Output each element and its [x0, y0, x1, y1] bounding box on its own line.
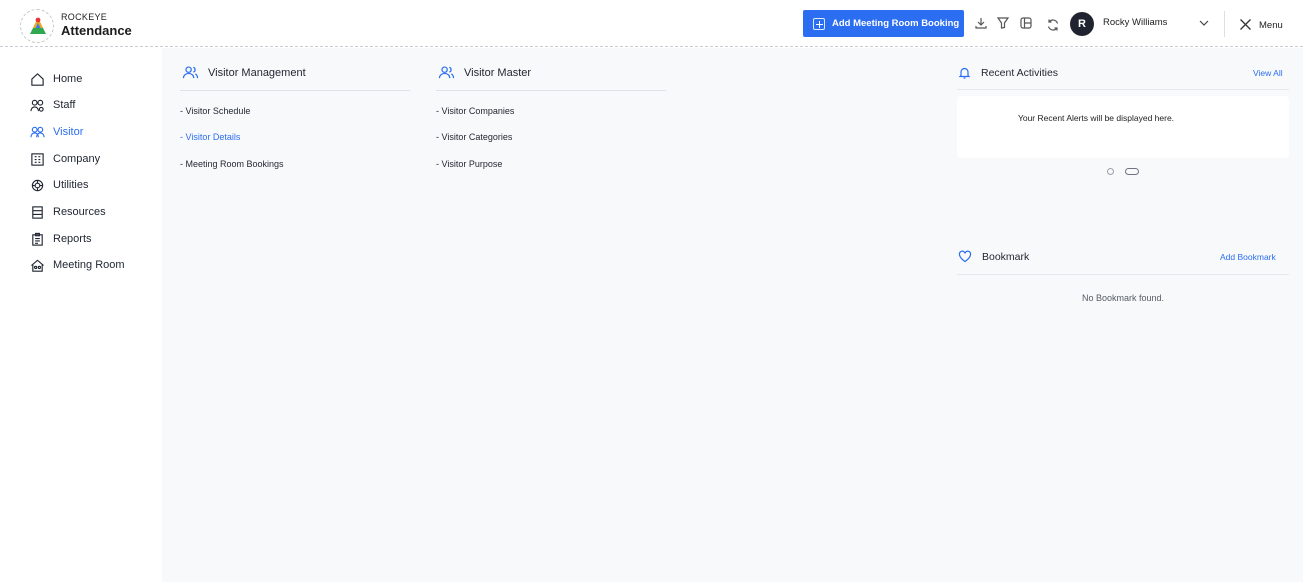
staff-icon	[30, 99, 44, 112]
users-icon	[438, 66, 455, 79]
sidebar-item-label: Meeting Room	[53, 259, 125, 271]
sidebar-item-label: Staff	[53, 99, 76, 111]
section-title: Recent Activities	[981, 66, 1059, 79]
view-all-link[interactable]: View All	[1253, 68, 1283, 78]
no-bookmark-message: No Bookmark found.	[1081, 293, 1165, 303]
sidebar-item-home[interactable]: Home	[30, 70, 82, 88]
sidebar-item-label: Resources	[53, 206, 106, 218]
sidebar-item-staff[interactable]: Staff	[30, 96, 75, 114]
carousel-dot[interactable]	[1107, 168, 1114, 175]
sidebar-item-label: Visitor	[53, 126, 84, 138]
section-divider	[957, 274, 1289, 275]
brand-product: Attendance	[61, 23, 132, 38]
add-meeting-room-booking-button[interactable]: Add Meeting Room Booking	[803, 10, 964, 37]
meeting-room-icon	[31, 259, 44, 272]
link-visitor-schedule[interactable]: - Visitor Schedule	[180, 106, 250, 116]
section-title: Bookmark	[982, 250, 1030, 263]
utilities-icon	[31, 179, 44, 191]
link-visitor-details[interactable]: - Visitor Details	[180, 132, 240, 142]
sidebar-item-meeting-room[interactable]: Meeting Room	[30, 256, 125, 274]
brand-company: ROCKEYE	[61, 12, 108, 22]
recent-activities-header: Recent Activities	[958, 66, 1058, 79]
bookmark-header: Bookmark	[958, 250, 1029, 263]
close-icon[interactable]	[1239, 18, 1252, 31]
visitor-icon	[30, 126, 45, 137]
heart-icon	[958, 250, 972, 263]
link-visitor-companies[interactable]: - Visitor Companies	[436, 106, 514, 116]
download-icon[interactable]	[974, 16, 988, 30]
main-content: Visitor Management - Visitor Schedule - …	[162, 48, 1303, 582]
sidebar-item-label: Reports	[53, 233, 92, 245]
section-title: Visitor Master	[464, 66, 532, 79]
section-divider	[180, 90, 410, 91]
sidebar-item-label: Home	[53, 73, 83, 85]
sidebar: Home Staff Visitor Company Utilities Res…	[0, 48, 162, 582]
link-visitor-categories[interactable]: - Visitor Categories	[436, 132, 512, 142]
chevron-down-icon[interactable]	[1198, 17, 1210, 29]
link-visitor-purpose[interactable]: - Visitor Purpose	[436, 159, 502, 169]
sidebar-item-company[interactable]: Company	[30, 150, 100, 168]
home-icon	[31, 72, 44, 86]
resources-icon	[32, 205, 43, 219]
brand-logo[interactable]	[20, 9, 54, 43]
layout-icon[interactable]	[1019, 16, 1033, 30]
section-divider	[436, 90, 666, 91]
section-title: Visitor Management	[208, 66, 306, 79]
add-bookmark-link[interactable]: Add Bookmark	[1220, 252, 1276, 262]
visitor-master-header: Visitor Master	[438, 65, 531, 80]
recent-alerts-message: Your Recent Alerts will be displayed her…	[1017, 113, 1175, 123]
section-divider	[957, 89, 1289, 90]
reports-icon	[32, 232, 43, 246]
plus-icon	[813, 17, 825, 30]
refresh-icon[interactable]	[1046, 18, 1060, 32]
sidebar-item-label: Company	[53, 153, 101, 165]
logo-icon	[30, 17, 46, 34]
users-icon	[182, 66, 199, 79]
user-avatar[interactable]: R	[1070, 12, 1094, 36]
bell-icon	[958, 67, 971, 79]
sidebar-item-visitor[interactable]: Visitor	[30, 123, 83, 141]
company-icon	[31, 152, 44, 166]
carousel-dot-active[interactable]	[1125, 168, 1139, 175]
menu-label[interactable]: Menu	[1259, 20, 1283, 31]
visitor-management-header: Visitor Management	[182, 65, 306, 80]
top-header: ROCKEYE Attendance Add Meeting Room Book…	[0, 0, 1303, 47]
link-meeting-room-bookings[interactable]: - Meeting Room Bookings	[180, 159, 284, 169]
recent-alerts-card: Your Recent Alerts will be displayed her…	[957, 96, 1289, 158]
sidebar-item-label: Utilities	[53, 179, 89, 191]
sidebar-item-reports[interactable]: Reports	[30, 230, 92, 248]
user-name[interactable]: Rocky Williams	[1103, 17, 1167, 28]
header-divider	[1224, 11, 1225, 37]
sidebar-item-resources[interactable]: Resources	[30, 203, 106, 221]
sidebar-item-utilities[interactable]: Utilities	[30, 176, 88, 194]
filter-icon[interactable]	[996, 16, 1010, 30]
add-button-label: Add Meeting Room Booking	[832, 18, 960, 29]
